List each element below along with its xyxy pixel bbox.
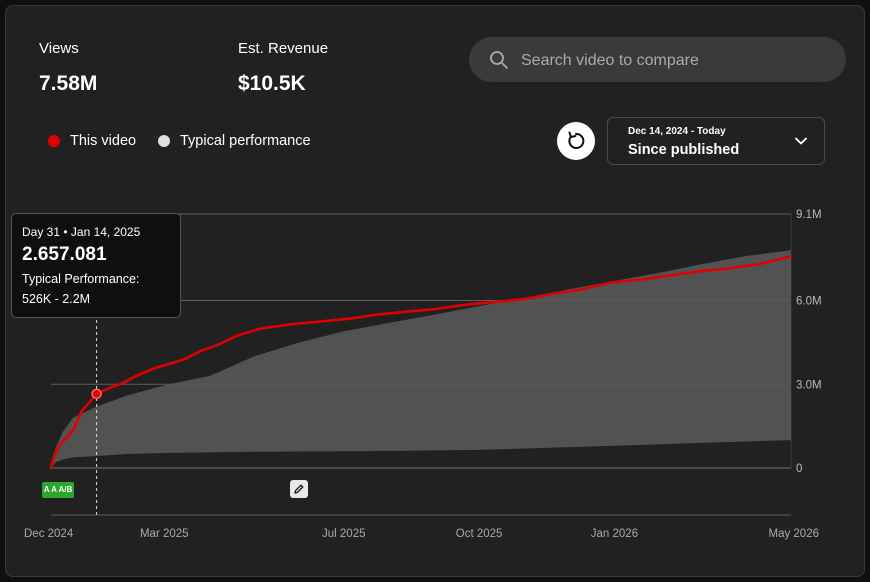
x-tick-label: Mar 2025 (140, 528, 189, 540)
y-tick-label: 0 (796, 463, 802, 475)
x-tick-label: Jul 2025 (322, 528, 365, 540)
hover-point (91, 388, 102, 400)
x-tick-label: Dec 2024 (24, 528, 74, 540)
analytics-panel: Views 7.58M Est. Revenue $10.5K This vid… (5, 5, 865, 577)
tooltip-label: Typical Performance: (22, 272, 140, 286)
tooltip-date: Day 31 • Jan 14, 2025 (22, 225, 141, 239)
x-tick-label: May 2026 (768, 528, 819, 540)
y-tick-label: 6.0M (796, 296, 822, 308)
chart-tooltip: Day 31 • Jan 14, 2025 2.657.081 Typical … (11, 213, 181, 318)
y-tick-label: 3.0M (796, 379, 822, 391)
pencil-icon (294, 484, 304, 494)
x-tick-label: Oct 2025 (456, 528, 503, 540)
tooltip-value: 2.657.081 (22, 244, 107, 265)
annotation-marker[interactable] (290, 480, 308, 498)
x-tick-label: Jan 2026 (591, 528, 638, 540)
tooltip-range: 526K - 2.2M (22, 292, 91, 306)
y-tick-label: 9.1M (796, 209, 822, 221)
ab-test-badge[interactable]: A A A/B (42, 482, 74, 498)
